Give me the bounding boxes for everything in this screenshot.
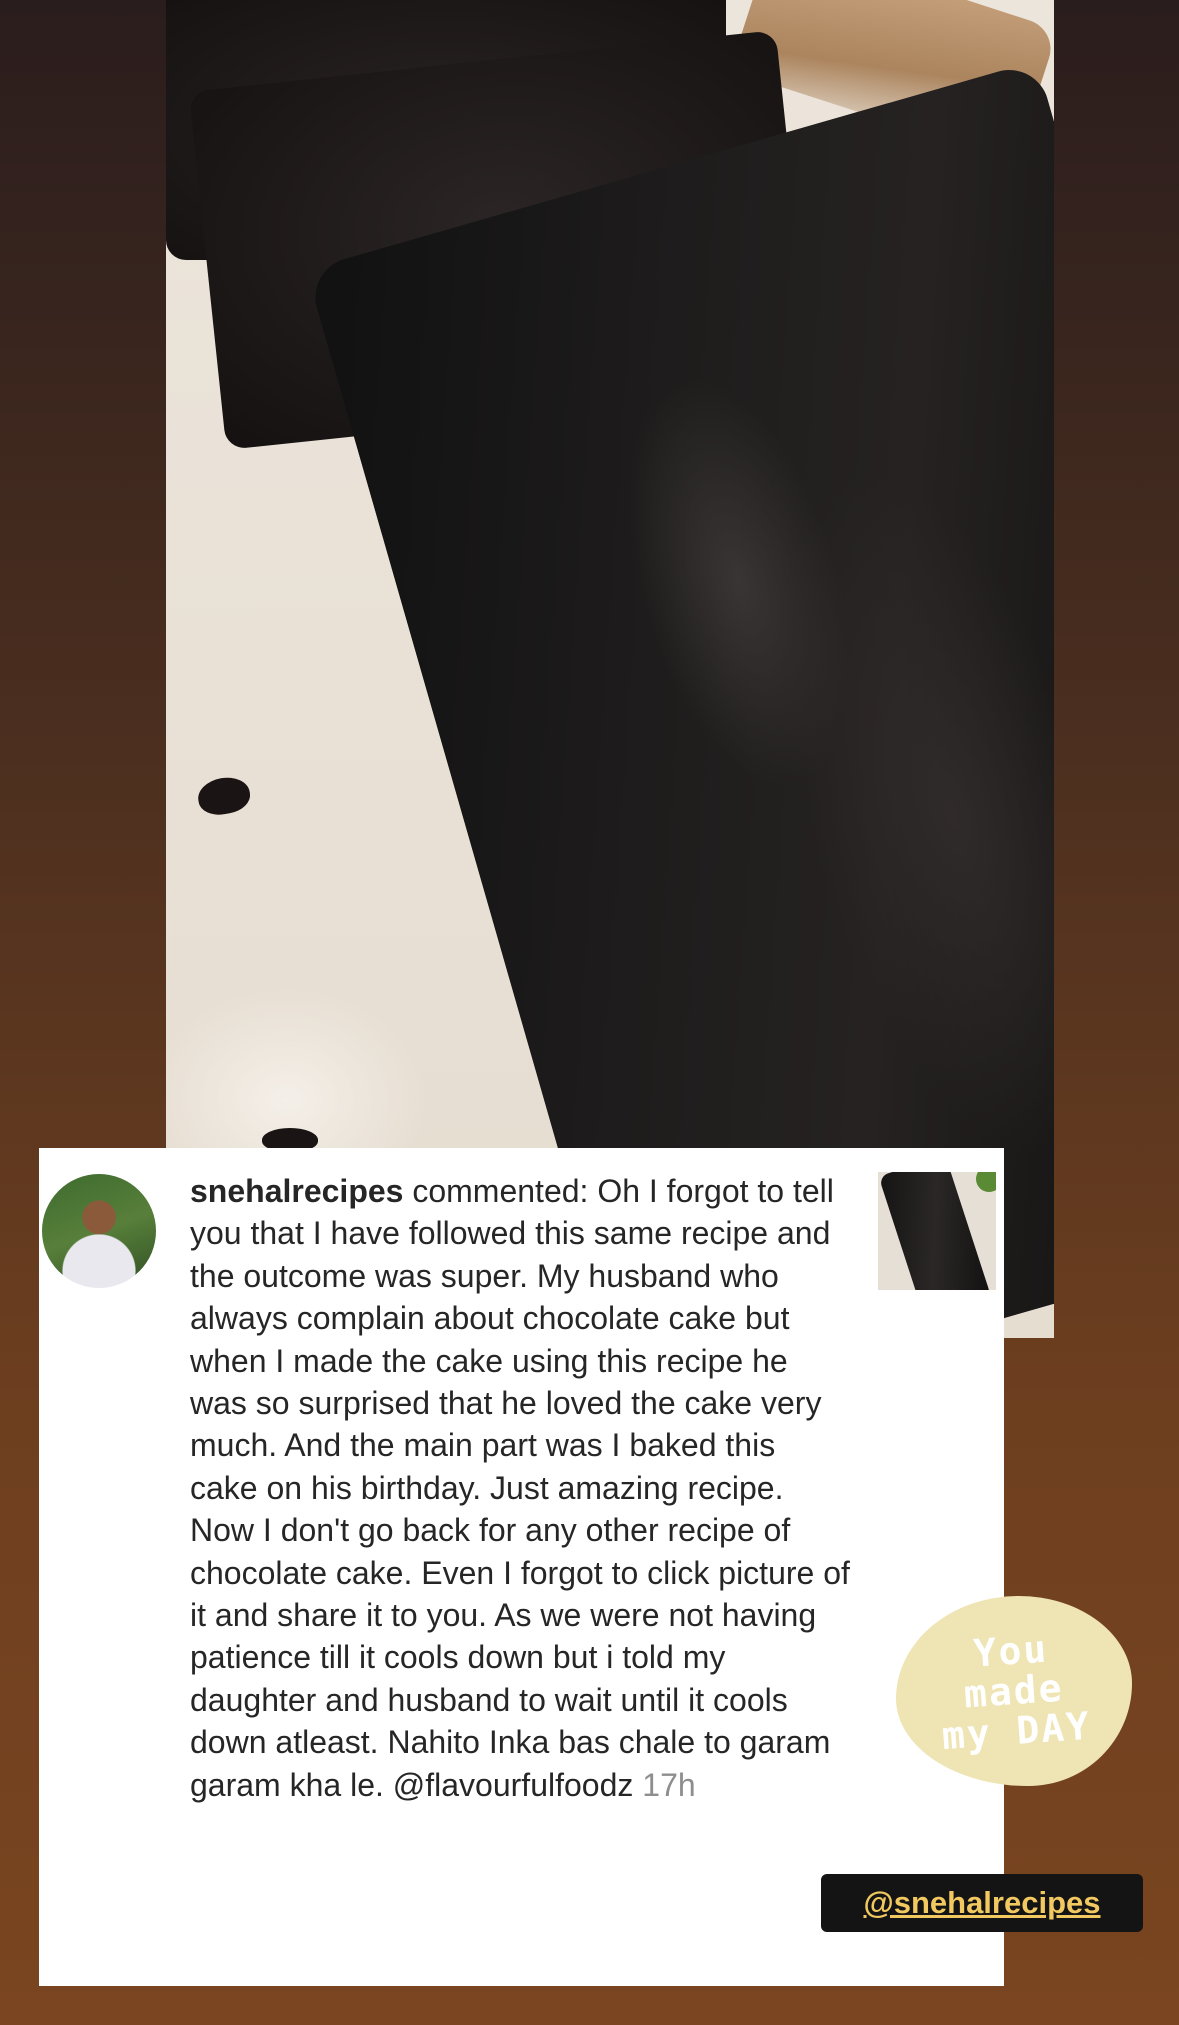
sticker-text: You made my DAY: [940, 1626, 1093, 1759]
comment-text: snehalrecipes commented: Oh I forgot to …: [190, 1170, 850, 1806]
mention-sticker[interactable]: @snehalrecipes: [821, 1874, 1143, 1932]
story-background-photo: [166, 0, 1054, 1338]
mention-label: @snehalrecipes: [863, 1885, 1101, 1920]
post-thumbnail[interactable]: [878, 1172, 996, 1290]
commenter-avatar[interactable]: [42, 1174, 156, 1288]
comment-body: commented: Oh I forgot to tell you that …: [190, 1173, 850, 1803]
comment-username[interactable]: snehalrecipes: [190, 1173, 403, 1209]
comment-timestamp: 17h: [642, 1766, 696, 1803]
